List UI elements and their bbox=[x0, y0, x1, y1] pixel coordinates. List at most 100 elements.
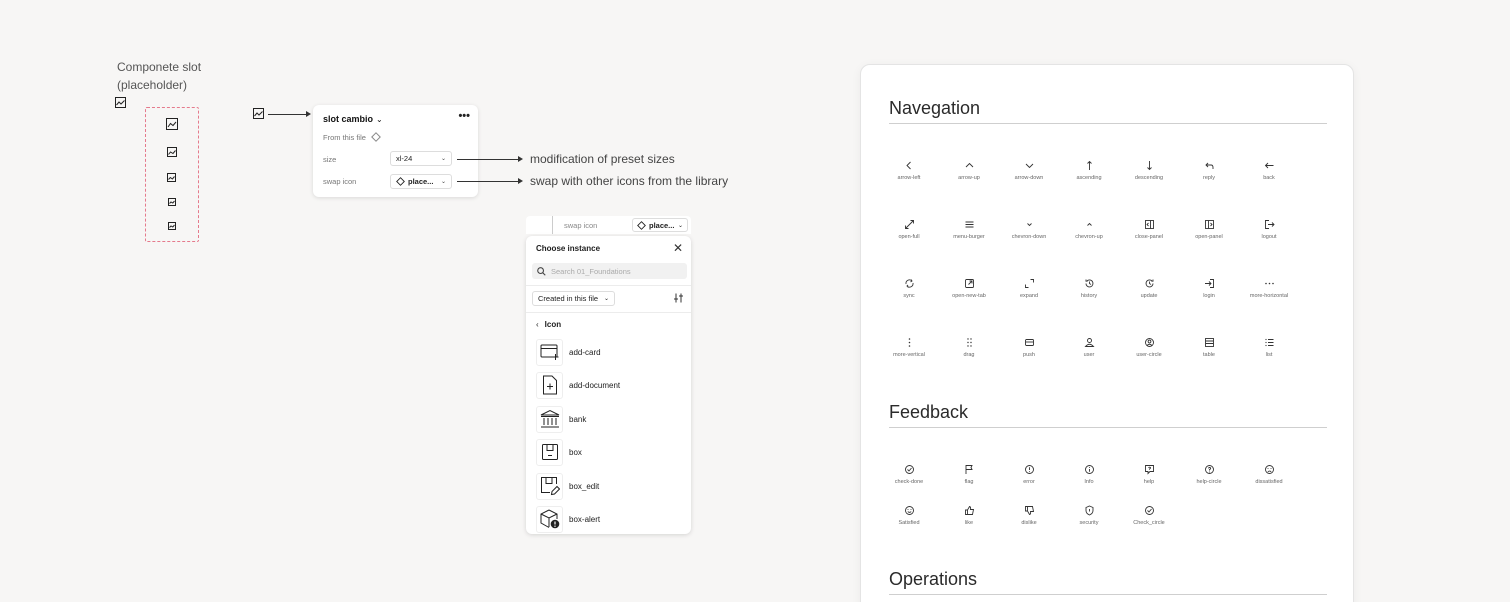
swap-icon-row: swap icon place... ⌄ bbox=[526, 216, 691, 234]
adjust-icon[interactable] bbox=[673, 293, 684, 303]
image-placeholder-icon[interactable] bbox=[167, 147, 177, 157]
expand-icon bbox=[1024, 277, 1035, 289]
icon-tile-arrow-down[interactable]: arrow-down bbox=[999, 159, 1059, 181]
icon-tile-logout[interactable]: logout bbox=[1239, 218, 1299, 240]
icon-label: flag bbox=[964, 479, 974, 485]
component-diamond-icon bbox=[396, 177, 405, 186]
icon-tile-error[interactable]: error bbox=[999, 463, 1059, 485]
check-done-icon bbox=[904, 463, 915, 475]
icon-tile-open-full[interactable]: open-full bbox=[879, 218, 939, 240]
chevron-down-icon bbox=[1024, 218, 1035, 230]
image-placeholder-icon[interactable] bbox=[167, 173, 176, 182]
library-filter-select[interactable]: Created in this file ⌄ bbox=[532, 291, 616, 306]
swap-icon-select[interactable]: place... ⌄ bbox=[632, 218, 688, 232]
icon-tile-more-horizontal[interactable]: more-horizontal bbox=[1239, 277, 1299, 299]
icon-tile-open-new-tab[interactable]: open-new-tab bbox=[939, 277, 999, 299]
back-to-icon-folder[interactable]: ‹ Icon bbox=[536, 320, 561, 329]
icon-tile-check-done[interactable]: check-done bbox=[879, 463, 939, 485]
like-icon bbox=[964, 504, 975, 516]
icon-tile-flag[interactable]: flag bbox=[939, 463, 999, 485]
icon-tile-back[interactable]: back bbox=[1239, 159, 1299, 181]
icon-tile-info[interactable]: Info bbox=[1059, 463, 1119, 485]
icon-tile-login[interactable]: login bbox=[1179, 277, 1239, 299]
image-placeholder-icon[interactable] bbox=[168, 222, 176, 230]
list-icon bbox=[1264, 336, 1275, 348]
icon-label: menu-burger bbox=[953, 234, 985, 240]
icon-tile-list[interactable]: list bbox=[1239, 336, 1299, 358]
list-item[interactable]: box bbox=[536, 437, 582, 467]
more-options-icon[interactable]: ••• bbox=[458, 110, 470, 122]
icon-label: open-new-tab bbox=[952, 293, 986, 299]
component-diamond-icon bbox=[637, 220, 646, 230]
icon-tile-update[interactable]: update bbox=[1119, 277, 1179, 299]
icon-tile-history[interactable]: history bbox=[1059, 277, 1119, 299]
arrow-left-icon bbox=[904, 159, 915, 171]
icon-tile-expand[interactable]: expand bbox=[999, 277, 1059, 299]
icon-tile-close-panel[interactable]: close-panel bbox=[1119, 218, 1179, 240]
size-value: xl-24 bbox=[396, 154, 413, 163]
icon-label: dissatisfied bbox=[1255, 479, 1283, 485]
icon-label: more-vertical bbox=[893, 352, 925, 358]
icon-tile-user-circle[interactable]: user-circle bbox=[1119, 336, 1179, 358]
properties-panel: slot cambio ⌄ ••• From this file size xl-… bbox=[313, 105, 478, 197]
list-item[interactable]: bank bbox=[536, 404, 586, 434]
more-horizontal-icon bbox=[1264, 277, 1275, 289]
list-item[interactable]: box_edit bbox=[536, 471, 599, 501]
icon-tile-chevron-up[interactable]: chevron-up bbox=[1059, 218, 1119, 240]
icon-tile-help[interactable]: help bbox=[1119, 463, 1179, 485]
image-placeholder-icon[interactable] bbox=[166, 118, 178, 130]
icon-label: chevron-down bbox=[1011, 234, 1047, 240]
close-icon[interactable]: ✕ bbox=[673, 241, 683, 255]
icon-tile-dislike[interactable]: dislike bbox=[999, 504, 1059, 526]
item-label: add-document bbox=[569, 380, 621, 390]
icon-tile-drag[interactable]: drag bbox=[939, 336, 999, 358]
item-label: bank bbox=[569, 414, 587, 424]
icon-tile-reply[interactable]: reply bbox=[1179, 159, 1239, 181]
history-icon bbox=[1084, 277, 1095, 289]
check-circle-icon bbox=[1144, 504, 1155, 516]
slot-caption-line2: (placeholder) bbox=[117, 78, 188, 92]
item-label: box-alert bbox=[569, 514, 601, 524]
icon-tile-arrow-up[interactable]: arrow-up bbox=[939, 159, 999, 181]
help-circle-icon bbox=[1204, 463, 1215, 475]
update-icon bbox=[1144, 277, 1155, 289]
icon-tile-more-vertical[interactable]: more-vertical bbox=[879, 336, 939, 358]
swap-icon-select[interactable]: place... ⌄ bbox=[390, 174, 452, 189]
satisfied-icon bbox=[904, 504, 915, 516]
icon-tile-satisfied[interactable]: Satisfied bbox=[879, 504, 939, 526]
icon-tile-security[interactable]: security bbox=[1059, 504, 1119, 526]
icon-tile-user[interactable]: user bbox=[1059, 336, 1119, 358]
image-placeholder-icon[interactable] bbox=[168, 198, 176, 206]
search-input[interactable]: Search 01_Foundations bbox=[532, 263, 687, 279]
annotation-arrowhead bbox=[518, 178, 523, 184]
icon-label: user bbox=[1083, 352, 1095, 358]
icon-label: table bbox=[1203, 352, 1215, 358]
icon-label: open-panel bbox=[1195, 234, 1223, 240]
icon-tile-like[interactable]: like bbox=[939, 504, 999, 526]
component-name-dropdown[interactable]: slot cambio ⌄ bbox=[323, 114, 383, 124]
icon-tile-sync[interactable]: sync bbox=[879, 277, 939, 299]
list-item[interactable]: box-alert bbox=[536, 504, 600, 534]
icon-tile-dissatisfied[interactable]: dissatisfied bbox=[1239, 463, 1299, 485]
icon-tile-chevron-down[interactable]: chevron-down bbox=[999, 218, 1059, 240]
annotation-size-text: modification of preset sizes bbox=[530, 152, 675, 166]
icon-tile-help-circle[interactable]: help-circle bbox=[1179, 463, 1239, 485]
icon-tile-table[interactable]: table bbox=[1179, 336, 1239, 358]
dissatisfied-icon bbox=[1264, 463, 1275, 475]
icon-label: security bbox=[1079, 520, 1099, 526]
size-select[interactable]: xl-24 ⌄ bbox=[390, 151, 452, 166]
icon-tile-ascending[interactable]: ascending bbox=[1059, 159, 1119, 181]
choose-instance-popover: Choose instance ✕ Search 01_Foundations … bbox=[526, 236, 691, 534]
list-item[interactable]: add-document bbox=[536, 370, 620, 400]
icon-tile-arrow-left[interactable]: arrow-left bbox=[879, 159, 939, 181]
icon-tile-check-circle[interactable]: Check_circle bbox=[1119, 504, 1179, 526]
user-icon bbox=[1083, 336, 1095, 348]
icon-tile-push[interactable]: push bbox=[999, 336, 1059, 358]
icon-tile-descending[interactable]: descending bbox=[1119, 159, 1179, 181]
icon-tile-open-panel[interactable]: open-panel bbox=[1179, 218, 1239, 240]
add-card-icon bbox=[536, 338, 563, 366]
icon-tile-menu-burger[interactable]: menu-burger bbox=[939, 218, 999, 240]
list-item[interactable]: add-card bbox=[536, 337, 601, 367]
divider bbox=[526, 285, 691, 286]
menu-burger-icon bbox=[964, 218, 975, 230]
